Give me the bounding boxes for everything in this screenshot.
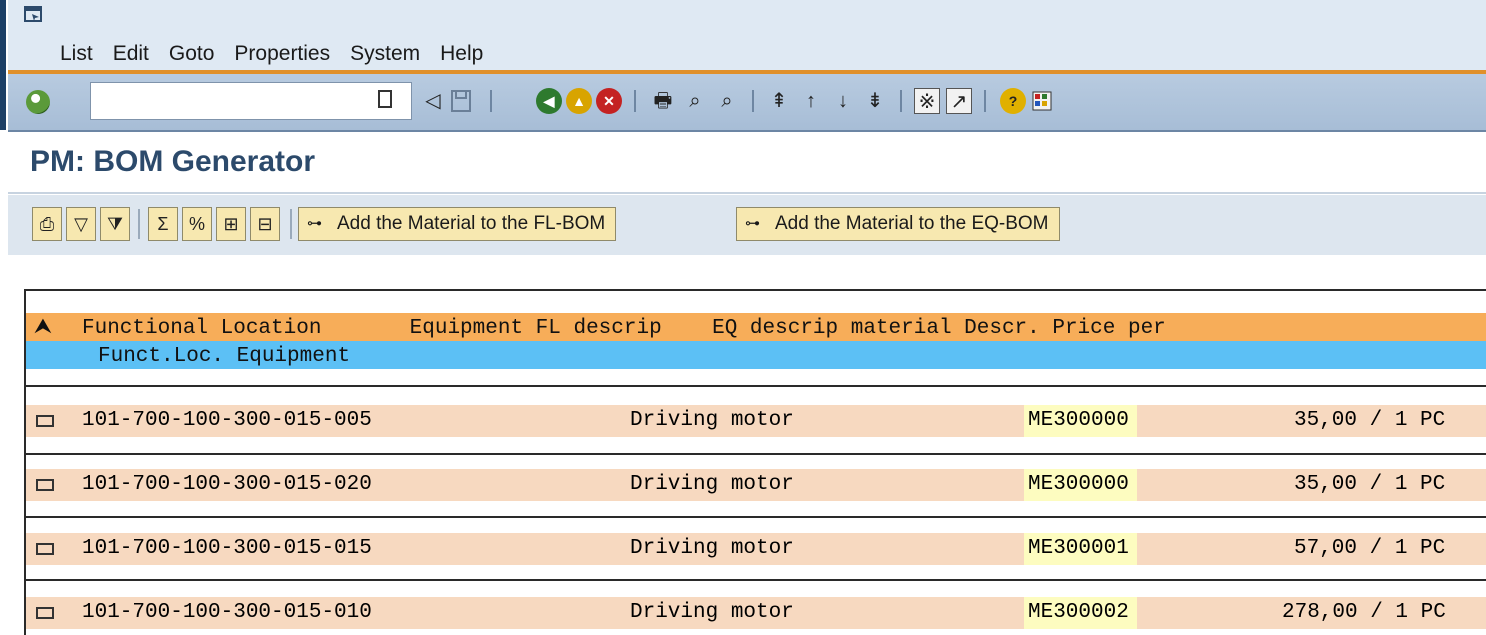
cancel-icon[interactable]: ✕ bbox=[596, 88, 622, 114]
row-divider bbox=[26, 453, 1486, 455]
table-row[interactable]: 101-700-100-300-015-020 Driving motor ME… bbox=[26, 469, 1486, 501]
back-icon[interactable]: ◀ bbox=[536, 88, 562, 114]
price-cell: 57,00 / 1 PC bbox=[1294, 537, 1446, 560]
save-icon[interactable] bbox=[448, 88, 474, 114]
material-cell[interactable]: ME300000 bbox=[1024, 405, 1137, 437]
toolbar-separator bbox=[138, 209, 140, 239]
filter-icon[interactable]: ▽ bbox=[66, 207, 96, 241]
price-cell: 35,00 / 1 PC bbox=[1294, 409, 1446, 432]
next-page-icon[interactable]: ↓ bbox=[830, 88, 856, 114]
toolbar-separator bbox=[290, 209, 292, 239]
add-material-eq-bom-button[interactable]: ⊶ Add the Material to the EQ-BOM bbox=[736, 207, 1060, 241]
menu-help[interactable]: Help bbox=[440, 42, 483, 66]
header-divider bbox=[26, 385, 1486, 387]
menu-system[interactable]: System bbox=[350, 42, 420, 66]
command-history-icon[interactable] bbox=[378, 90, 392, 108]
list-header-row-1: ⮝ Functional Location Equipment FL descr… bbox=[26, 313, 1486, 341]
window-frame-accent bbox=[0, 0, 6, 130]
folder-icon[interactable] bbox=[36, 597, 54, 629]
menu-properties[interactable]: Properties bbox=[234, 42, 330, 66]
customize-layout-icon[interactable] bbox=[1030, 88, 1056, 114]
functional-location-cell: 101-700-100-300-015-015 bbox=[82, 537, 372, 560]
hierarchy-icon: ⊶ bbox=[745, 215, 760, 232]
material-cell[interactable]: ME300001 bbox=[1024, 533, 1137, 565]
add-material-fl-bom-button[interactable]: ⊶ Add the Material to the FL-BOM bbox=[298, 207, 617, 241]
system-menu-icon[interactable] bbox=[24, 6, 42, 22]
list-header-row-2: Funct.Loc. Equipment bbox=[26, 341, 1486, 369]
shortcut-icon[interactable]: ↗ bbox=[946, 88, 972, 114]
row-divider bbox=[26, 579, 1486, 581]
menu-bar: List Edit Goto Properties System Help bbox=[8, 0, 1486, 72]
table-row[interactable]: 101-700-100-300-015-010 Driving motor ME… bbox=[26, 597, 1486, 629]
system-toolbar: ◁ ◀ ▲ ✕ 🖶 ⌕ ⌕ ⇞ ↑ ↓ ⇟ ※ ↗ ? bbox=[8, 74, 1486, 132]
functional-location-cell: 101-700-100-300-015-010 bbox=[82, 601, 372, 624]
back-arrow-icon[interactable]: ◁ bbox=[420, 88, 446, 114]
last-page-icon[interactable]: ⇟ bbox=[862, 88, 888, 114]
folder-icon[interactable] bbox=[36, 533, 54, 565]
hierarchy-icon: ⊶ bbox=[307, 215, 322, 232]
expand-icon[interactable]: ⊞ bbox=[216, 207, 246, 241]
subtotal-icon[interactable]: % bbox=[182, 207, 212, 241]
toolbar-separator bbox=[752, 90, 754, 112]
price-cell: 278,00 / 1 PC bbox=[1282, 601, 1446, 624]
menu-goto[interactable]: Goto bbox=[169, 42, 215, 66]
material-cell[interactable]: ME300000 bbox=[1024, 469, 1137, 501]
fl-description-cell: Driving motor bbox=[630, 537, 794, 560]
help-icon[interactable]: ? bbox=[1000, 88, 1026, 114]
print-list-icon[interactable]: ⎙ bbox=[32, 207, 62, 241]
page-title: PM: BOM Generator bbox=[30, 145, 316, 178]
row-divider bbox=[26, 516, 1486, 518]
folder-icon[interactable] bbox=[36, 469, 54, 501]
title-divider bbox=[8, 192, 1486, 194]
set-filter-icon[interactable]: ⧩ bbox=[100, 207, 130, 241]
exit-icon[interactable]: ▲ bbox=[566, 88, 592, 114]
total-icon[interactable]: Σ bbox=[148, 207, 178, 241]
enter-check-icon[interactable] bbox=[26, 90, 50, 114]
bom-list: ⮝ Functional Location Equipment FL descr… bbox=[24, 289, 1486, 635]
functional-location-cell: 101-700-100-300-015-020 bbox=[82, 473, 372, 496]
collapse-icon[interactable]: ⊟ bbox=[250, 207, 280, 241]
table-row[interactable]: 101-700-100-300-015-015 Driving motor ME… bbox=[26, 533, 1486, 565]
application-toolbar: ⎙ ▽ ⧩ Σ % ⊞ ⊟ ⊶ Add the Material to the … bbox=[8, 195, 1486, 255]
fl-description-cell: Driving motor bbox=[630, 409, 794, 432]
add-material-fl-bom-label: Add the Material to the FL-BOM bbox=[337, 213, 606, 234]
find-icon[interactable]: ⌕ bbox=[682, 88, 708, 114]
fl-description-cell: Driving motor bbox=[630, 473, 794, 496]
table-row[interactable]: 101-700-100-300-015-005 Driving motor ME… bbox=[26, 405, 1486, 437]
toolbar-separator bbox=[984, 90, 986, 112]
menu-edit[interactable]: Edit bbox=[113, 42, 149, 66]
new-session-icon[interactable]: ※ bbox=[914, 88, 940, 114]
price-cell: 35,00 / 1 PC bbox=[1294, 473, 1446, 496]
menu-list[interactable]: List bbox=[60, 42, 93, 66]
fl-description-cell: Driving motor bbox=[630, 601, 794, 624]
material-cell[interactable]: ME300002 bbox=[1024, 597, 1137, 629]
previous-page-icon[interactable]: ↑ bbox=[798, 88, 824, 114]
toolbar-separator bbox=[490, 90, 492, 112]
toolbar-separator bbox=[900, 90, 902, 112]
print-icon[interactable]: 🖶 bbox=[650, 88, 676, 114]
add-material-eq-bom-label: Add the Material to the EQ-BOM bbox=[775, 213, 1049, 234]
toolbar-separator bbox=[634, 90, 636, 112]
command-field[interactable] bbox=[90, 82, 412, 120]
first-page-icon[interactable]: ⇞ bbox=[766, 88, 792, 114]
list-header-2-text: Funct.Loc. Equipment bbox=[98, 345, 351, 368]
functional-location-cell: 101-700-100-300-015-005 bbox=[82, 409, 372, 432]
find-next-icon[interactable]: ⌕ bbox=[714, 88, 740, 114]
folder-icon[interactable] bbox=[36, 405, 54, 437]
